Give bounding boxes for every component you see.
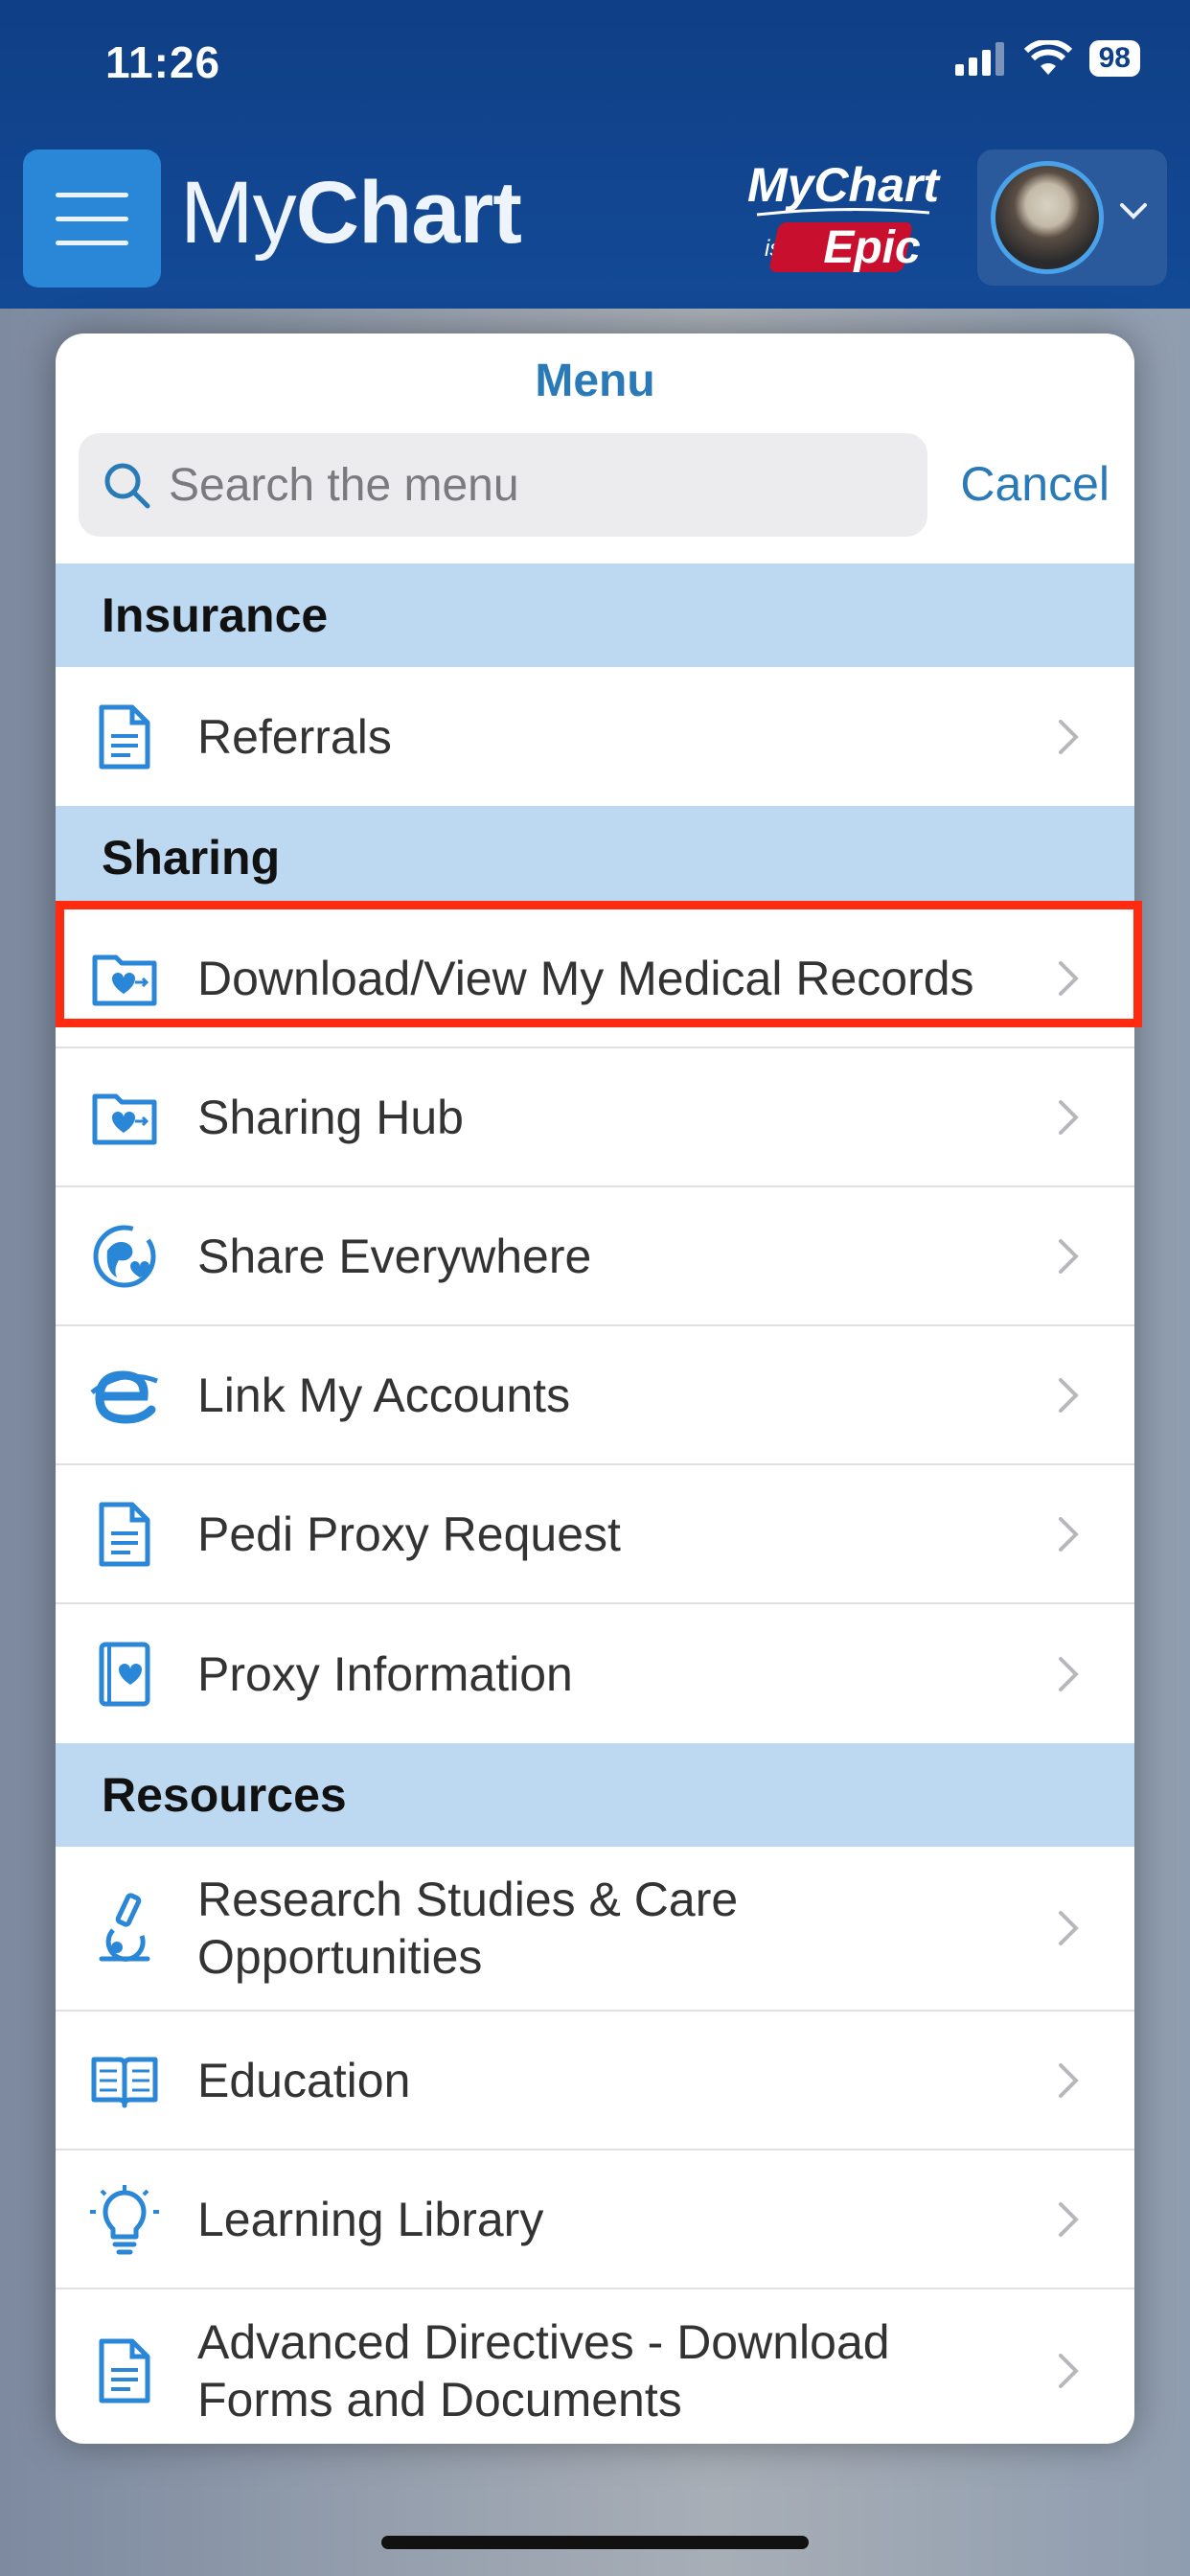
menu-item-referrals[interactable]: Referrals [56,667,1134,806]
document-icon [86,1496,163,1573]
microscope-icon [86,1890,163,1966]
chevron-down-icon [1120,203,1147,219]
menu-item-proxy-information[interactable]: Proxy Information [56,1604,1134,1743]
chevron-right-icon [1059,2354,1079,2388]
chevron-right-icon [1059,1099,1079,1135]
chevron-right-icon [1059,719,1079,754]
chevron-right-icon [1059,960,1079,996]
menu-item-label: Referrals [197,709,392,764]
menu-panel: Menu Cancel Insurance Referrals Sharing … [56,334,1134,2444]
menu-item-label: Pedi Proxy Request [197,1506,621,1561]
book-icon [86,2042,163,2119]
svg-text:Epic: Epic [823,222,920,273]
chevron-right-icon [1059,1911,1079,1945]
avatar [991,161,1104,274]
menu-item-label: Link My Accounts [197,1368,571,1422]
menu-item-label: Sharing Hub [197,1090,464,1144]
menu-item-share-everywhere[interactable]: Share Everywhere [56,1187,1134,1326]
menu-item-download-records[interactable]: Download/View My Medical Records [56,909,1134,1048]
menu-item-pedi-proxy[interactable]: Pedi Proxy Request [56,1465,1134,1604]
menu-item-label: Learning Library [197,2192,544,2246]
menu-item-sharing-hub[interactable]: Sharing Hub [56,1048,1134,1187]
menu-item-label: Download/View My Medical Records [197,951,974,1005]
menu-item-label: Proxy Information [197,1646,573,1701]
section-resources: Resources [56,1743,1134,1847]
search-bar[interactable] [79,433,927,537]
menu-item-label: Education [197,2053,411,2107]
folder-heart-icon [86,1079,163,1156]
section-insurance: Insurance [56,564,1134,667]
menu-item-label: Share Everywhere [197,1229,592,1283]
chevron-right-icon [1059,1238,1079,1274]
chevron-right-icon [1059,1516,1079,1552]
home-indicator [381,2536,809,2549]
status-time: 11:26 [105,37,221,87]
battery-indicator: 98 [1088,40,1140,77]
section-sharing: Sharing [56,806,1134,909]
document-icon [86,699,163,775]
menu-list: Insurance Referrals Sharing Download/Vie… [56,564,1134,2444]
folder-heart-icon [86,940,163,1017]
search-input[interactable] [169,458,897,512]
lightbulb-icon [86,2181,163,2258]
status-icons: 98 [953,40,1140,77]
chevron-right-icon [1059,1656,1079,1691]
menu-title: Menu [535,356,655,406]
chevron-right-icon [1059,1377,1079,1413]
signal-icon [954,42,1004,76]
chevron-right-icon [1059,2062,1079,2098]
chevron-right-icon [1059,2201,1079,2237]
account-switcher[interactable] [977,150,1167,286]
globe-share-icon [86,1218,163,1295]
wifi-icon [1023,40,1072,75]
menu-item-label: Advanced Directives - Download Forms and… [197,2315,890,2426]
document-icon [86,2333,163,2409]
hamburger-icon [56,192,128,197]
svg-text:MyChart: MyChart [747,158,941,212]
mychart-is-epic-logo: MyChart is Epic [747,158,941,273]
app-header: 11:26 98 MyChart MyChart is Epic [0,0,1190,309]
search-icon [104,463,150,509]
menu-item-education[interactable]: Education [56,2012,1134,2150]
menu-item-research[interactable]: Research Studies & Care Opportunities [56,1847,1134,2012]
menu-item-link-accounts[interactable]: Link My Accounts [56,1326,1134,1465]
menu-item-learning-library[interactable]: Learning Library [56,2150,1134,2289]
menu-item-label: Research Studies & Care Opportunities [197,1873,739,1984]
menu-item-advanced-directives[interactable]: Advanced Directives - Download Forms and… [56,2289,1134,2444]
link-e-icon [86,1357,163,1434]
app-brand: MyChart [180,164,522,262]
menu-button[interactable] [23,150,161,288]
cancel-button[interactable]: Cancel [960,456,1110,512]
heart-card-icon [86,1636,163,1713]
